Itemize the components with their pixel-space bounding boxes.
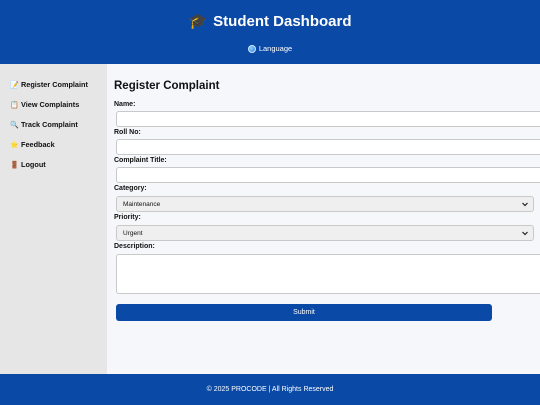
priority-selected-value: Urgent <box>123 229 143 237</box>
sidebar-item-feedback[interactable]: ⭐ Feedback <box>10 140 55 149</box>
app-header: 🎓 Student Dashboard Language <box>0 0 540 64</box>
priority-label: Priority: <box>114 214 141 221</box>
memo-icon: 📝 <box>10 81 19 89</box>
sidebar-item-register-complaint[interactable]: 📝 Register Complaint <box>10 80 88 89</box>
clipboard-icon: 📋 <box>10 101 19 109</box>
language-selector[interactable]: Language <box>0 44 540 53</box>
dashboard-title: 🎓 Student Dashboard <box>0 13 540 30</box>
dashboard-title-text: Student Dashboard <box>213 13 352 30</box>
sidebar-item-logout[interactable]: 🚪 Logout <box>10 160 46 169</box>
chevron-down-icon <box>522 202 528 207</box>
door-icon: 🚪 <box>10 161 19 169</box>
sidebar-item-label: View Complaints <box>21 100 80 109</box>
priority-select[interactable]: Urgent <box>116 225 534 241</box>
sidebar-item-label: Track Complaint <box>21 120 78 129</box>
globe-icon <box>247 44 256 53</box>
sidebar-item-label: Feedback <box>21 140 55 149</box>
category-select[interactable]: Maintenance <box>116 196 534 212</box>
name-label: Name: <box>114 101 136 108</box>
name-field[interactable] <box>116 111 540 127</box>
sidebar-item-label: Register Complaint <box>21 80 88 89</box>
sidebar-item-label: Logout <box>21 160 46 169</box>
roll-no-label: Roll No: <box>114 129 141 136</box>
main-content: Register Complaint Name: Roll No: Compla… <box>107 64 540 374</box>
complaint-title-field[interactable] <box>116 167 540 183</box>
category-label: Category: <box>114 185 147 192</box>
description-label: Description: <box>114 243 155 250</box>
sidebar-item-view-complaints[interactable]: 📋 View Complaints <box>10 100 79 109</box>
page-title: Register Complaint <box>114 80 220 92</box>
language-label: Language <box>258 44 293 53</box>
submit-button[interactable]: Submit <box>116 304 492 321</box>
chevron-down-icon <box>522 231 528 236</box>
complaint-title-label: Complaint Title: <box>114 157 167 164</box>
footer-copyright: © 2025 PROCODE | All Rights Reserved <box>206 386 334 393</box>
roll-no-field[interactable] <box>116 139 540 155</box>
category-selected-value: Maintenance <box>123 200 161 208</box>
sidebar: 📝 Register Complaint 📋 View Complaints 🔍… <box>0 64 107 374</box>
magnifier-icon: 🔍 <box>10 121 19 129</box>
graduation-cap-icon: 🎓 <box>188 13 208 30</box>
star-icon: ⭐ <box>10 141 19 149</box>
description-textarea[interactable] <box>116 254 540 294</box>
footer: © 2025 PROCODE | All Rights Reserved <box>0 374 540 405</box>
sidebar-item-track-complaint[interactable]: 🔍 Track Complaint <box>10 120 78 129</box>
